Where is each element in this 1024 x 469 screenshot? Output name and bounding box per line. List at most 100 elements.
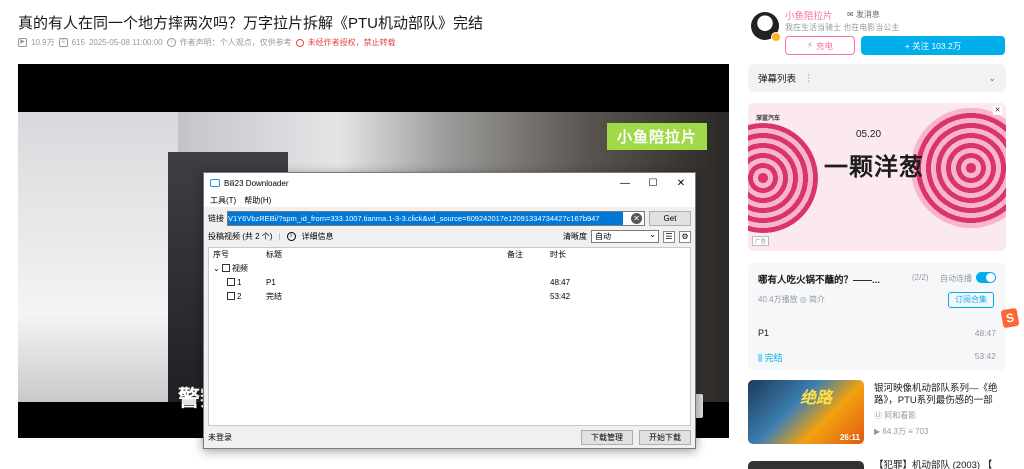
subscribe-collection-button[interactable]: 订阅合集 bbox=[948, 292, 994, 308]
recommend-item[interactable]: 【犯罪】机动部队 (2003) 【 bbox=[748, 457, 1008, 469]
view-count: 10.9万 bbox=[31, 38, 55, 47]
close-button[interactable]: ✕ bbox=[667, 178, 695, 189]
info-icon: i bbox=[166, 38, 176, 47]
ad-headline: 一颗洋葱 bbox=[824, 152, 924, 181]
recommend-title[interactable]: 银河映像机动部队系列—《绝路》，PTU系列最伤感的一部 bbox=[874, 383, 1010, 407]
menu-help[interactable]: 帮助(H) bbox=[244, 195, 271, 206]
col-duration[interactable]: 时长 bbox=[550, 248, 566, 262]
col-title[interactable]: 标题 bbox=[266, 248, 282, 262]
link-input[interactable]: V1Y6VbzREBi/?spm_id_from=333.1007.tianma… bbox=[227, 211, 645, 226]
group-label: 视频 bbox=[231, 264, 248, 273]
list-item[interactable]: 1 P1 48:47 bbox=[209, 276, 690, 290]
collection-panel: 哪有人吃火锅不蘸的？——... (2/2) 自动连播 40.4万播放 ◎ 简介 … bbox=[748, 263, 1006, 370]
episode-list: 序号 标题 备注 时长 ⌄ 视频 1 P1 48:47 2 完结 53:42 bbox=[208, 247, 691, 426]
recommend-up[interactable]: Ⓤ 阿和看影 bbox=[874, 410, 916, 421]
ad-banner[interactable]: 深蓝汽车 05.20 一颗洋葱 广告 ✕ bbox=[748, 103, 1006, 251]
info-icon: i bbox=[286, 232, 296, 241]
quality-select[interactable]: 自动 bbox=[591, 229, 659, 243]
episode-title: P1 bbox=[758, 328, 770, 338]
downloader-title: Bili23 Downloader bbox=[224, 178, 289, 188]
autoplay-label: 自动连播 bbox=[940, 274, 972, 283]
playing-icon: ⫼ bbox=[758, 353, 765, 363]
collection-stats: 40.4万播放 ◎ 简介 bbox=[758, 295, 825, 304]
item-index-value: 1 bbox=[237, 278, 242, 287]
detail-link[interactable]: 详细信息 bbox=[302, 231, 334, 242]
quality-label: 清晰度 bbox=[563, 232, 587, 241]
start-download-button[interactable]: 开始下载 bbox=[639, 429, 691, 445]
recommend-item[interactable]: 绝路 26:11 银河映像机动部队系列—《绝路》，PTU系列最伤感的一部 Ⓤ 阿… bbox=[748, 380, 1008, 446]
send-message-link[interactable]: ✉ 发消息 bbox=[847, 9, 880, 20]
recommend-thumbnail[interactable] bbox=[748, 461, 864, 469]
car-body bbox=[18, 112, 178, 402]
avatar[interactable] bbox=[751, 12, 781, 42]
charge-label: 充电 bbox=[815, 40, 833, 51]
episode-item-active[interactable]: ⫼ 完结 53:42 bbox=[758, 351, 996, 364]
col-index[interactable]: 序号 bbox=[213, 248, 229, 262]
ad-tag: 广告 bbox=[752, 236, 770, 246]
chevron-down-icon[interactable]: ⌄ bbox=[213, 264, 222, 273]
autoplay-toggle[interactable] bbox=[976, 272, 996, 283]
danmaku-count: 615 bbox=[71, 38, 85, 47]
minimize-button[interactable]: — bbox=[611, 178, 639, 189]
uploader-card: 小鱼陪拉片 ✉ 发消息 我在生活当骑士 也在电影当公主 ⚡ 充电 + 关注 103… bbox=[751, 8, 1007, 58]
clear-icon[interactable]: ✕ bbox=[631, 213, 642, 224]
item-index: 2 bbox=[227, 290, 241, 304]
play-count-icon: ▶ bbox=[18, 38, 27, 47]
item-title: P1 bbox=[266, 278, 276, 287]
chevron-down-icon[interactable]: ⌄ bbox=[988, 73, 996, 84]
recommend-thumbnail[interactable]: 绝路 26:11 bbox=[748, 380, 864, 444]
link-row: 链接 V1Y6VbzREBi/?spm_id_from=333.1007.tia… bbox=[204, 209, 695, 228]
group-checkbox[interactable] bbox=[221, 264, 230, 272]
col-note[interactable]: 备注 bbox=[507, 248, 523, 262]
get-button[interactable]: Get bbox=[649, 211, 691, 226]
item-index: 1 bbox=[227, 276, 241, 290]
danmaku-list-label: 弹幕列表 bbox=[758, 74, 797, 85]
item-title: 完结 bbox=[266, 292, 282, 301]
item-checkbox[interactable] bbox=[227, 278, 235, 286]
item-duration: 48:47 bbox=[550, 278, 571, 287]
menu-tools[interactable]: 工具(T) bbox=[210, 195, 236, 206]
ad-brand: 深蓝汽车 bbox=[756, 116, 781, 122]
more-icon[interactable]: ⋮ bbox=[804, 73, 814, 84]
download-manager-button[interactable]: 下载管理 bbox=[581, 429, 633, 445]
charge-button[interactable]: ⚡ 充电 bbox=[785, 36, 855, 55]
list-item[interactable]: 2 完结 53:42 bbox=[209, 290, 690, 304]
close-icon[interactable]: ✕ bbox=[993, 106, 1002, 115]
quality-group: 清晰度 自动 ☰ ⚙ bbox=[563, 229, 691, 243]
settings-icon[interactable]: ⚙ bbox=[679, 230, 691, 243]
episode-item[interactable]: P1 48:47 bbox=[758, 328, 996, 338]
video-title: 真的有人在同一个地方摔两次吗？万字拉片拆解《PTU机动部队》完结 bbox=[18, 15, 484, 32]
recommend-title[interactable]: 【犯罪】机动部队 (2003) 【 bbox=[874, 457, 992, 469]
forbid-icon bbox=[295, 38, 304, 47]
menu-bar: 工具(T) 帮助(H) bbox=[204, 193, 695, 207]
danmaku-list-bar[interactable]: 弹幕列表 ⋮ ⌄ bbox=[748, 64, 1006, 92]
onion-image-left bbox=[748, 123, 818, 233]
page: 真的有人在同一个地方摔两次吗？万字拉片拆解《PTU机动部队》完结 ▶ 10.9万… bbox=[0, 0, 1024, 469]
uploader-name[interactable]: 小鱼陪拉片 bbox=[785, 8, 833, 22]
ad-date: 05.20 bbox=[856, 129, 882, 140]
link-label: 链接 bbox=[208, 214, 224, 223]
tv-icon bbox=[210, 179, 220, 187]
info-row: 投稿视频 (共 2 个) | i 详细信息 清晰度 自动 ☰ ⚙ bbox=[204, 228, 695, 245]
window-controls: — ☐ ✕ bbox=[611, 178, 695, 189]
recommend-stats: ▶ 64.3万 ≡ 703 bbox=[874, 426, 928, 437]
maximize-button[interactable]: ☐ bbox=[639, 178, 667, 189]
floating-s-icon[interactable]: S bbox=[1000, 307, 1020, 329]
group-toggle[interactable]: ⌄ 视频 bbox=[213, 262, 248, 276]
episode-duration: 53:42 bbox=[974, 351, 996, 361]
video-meta: ▶ 10.9万 ≡ 615 2025-05-08 11:00:00 i 作者声明… bbox=[18, 37, 396, 48]
group-row[interactable]: ⌄ 视频 bbox=[209, 262, 690, 276]
up-icon: Ⓤ bbox=[874, 411, 885, 420]
downloader-titlebar[interactable]: Bili23 Downloader — ☐ ✕ bbox=[204, 173, 695, 193]
follow-button[interactable]: + 关注 103.2万 bbox=[861, 36, 1005, 55]
uploader-description: 我在生活当骑士 也在电影当公主 bbox=[785, 23, 900, 32]
item-index-value: 2 bbox=[237, 292, 242, 301]
status-bar: 未登录 下载管理 开始下载 bbox=[204, 426, 695, 448]
list-icon[interactable]: ☰ bbox=[663, 230, 675, 243]
channel-watermark: 小鱼陪拉片 bbox=[606, 123, 707, 150]
downloader-window: Bili23 Downloader — ☐ ✕ 工具(T) 帮助(H) 链接 V… bbox=[203, 172, 696, 449]
item-checkbox[interactable] bbox=[227, 292, 235, 300]
login-status: 未登录 bbox=[208, 432, 232, 442]
collection-title[interactable]: 哪有人吃火锅不蘸的？——... bbox=[758, 272, 880, 286]
publish-time: 2025-05-08 11:00:00 bbox=[88, 38, 163, 47]
